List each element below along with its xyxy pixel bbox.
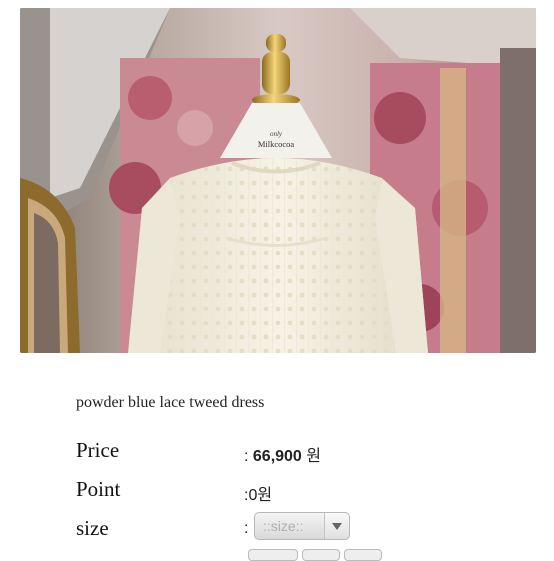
price-label: Price: [76, 438, 120, 462]
svg-text:Milkcocoa: Milkcocoa: [258, 139, 295, 149]
product-photo: only Milkcocoa: [20, 8, 536, 353]
svg-text:only: only: [270, 130, 283, 138]
price-prefix: :: [244, 448, 253, 465]
size-label: size: [76, 516, 109, 540]
action-button[interactable]: [344, 549, 382, 561]
action-button[interactable]: [302, 549, 340, 561]
chevron-down-icon[interactable]: [324, 513, 349, 539]
point-label: Point: [76, 477, 121, 501]
size-prefix: :: [244, 520, 249, 537]
size-select-placeholder: ::size::: [263, 518, 304, 534]
price-amount: 66,900: [252, 448, 302, 465]
price-currency: 원: [306, 448, 322, 465]
product-name: powder blue lace tweed dress: [76, 394, 265, 411]
action-button[interactable]: [248, 549, 298, 561]
point-value: :0원: [244, 487, 273, 504]
price-value: : 66,900 원: [244, 442, 321, 466]
size-select[interactable]: ::size::: [254, 512, 350, 540]
